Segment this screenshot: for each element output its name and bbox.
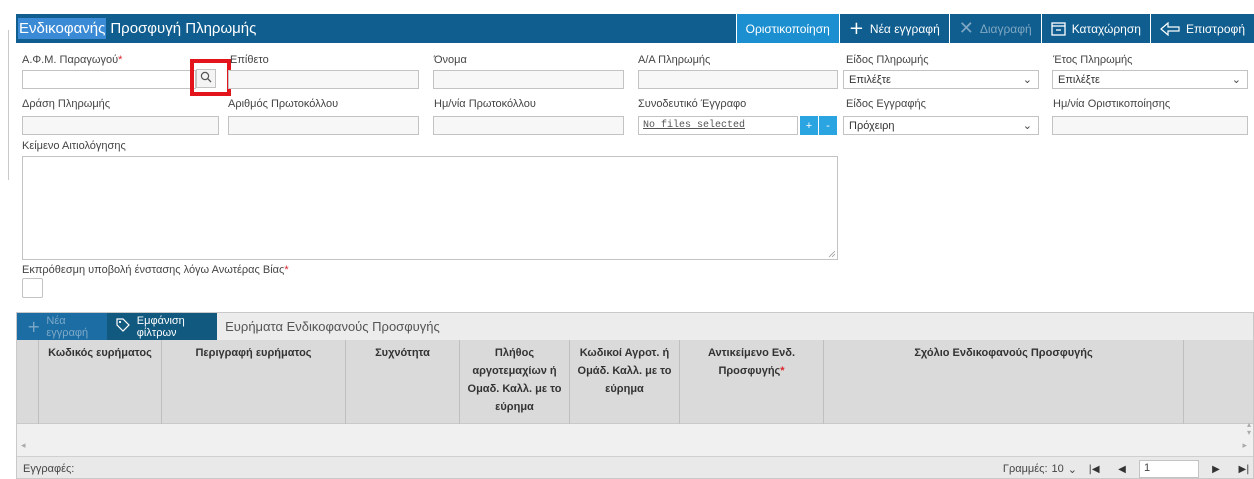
chevron-down-icon: ⌄ xyxy=(1067,462,1077,476)
afm-label: Α.Φ.Μ. Παραγωγού* xyxy=(22,54,123,66)
new-record-label: Νέα εγγραφή xyxy=(869,21,940,36)
finalize-button[interactable]: Οριστικοποίηση xyxy=(735,14,839,43)
finalize-date-input[interactable] xyxy=(1052,116,1248,135)
protocol-date-input[interactable] xyxy=(433,116,624,135)
payment-type-select[interactable]: Επιλέξτε ⌄ xyxy=(843,70,1039,89)
plus-icon: + xyxy=(27,317,41,336)
page: Ενδικοφανής Προσφυγή Πληρωμής Οριστικοπο… xyxy=(0,0,1254,479)
plus-icon: + xyxy=(848,17,864,39)
surname-label: Επίθετο xyxy=(230,54,269,66)
name-label: Όνομα xyxy=(434,54,467,66)
name-input[interactable] xyxy=(433,70,624,89)
record-type-label: Είδος Εγγραφής xyxy=(846,98,926,110)
grid-body xyxy=(17,425,1253,447)
scroll-left-icon[interactable]: ◂ xyxy=(21,441,26,451)
page-title-rest: Προσφυγή Πληρωμής xyxy=(110,20,257,37)
justification-label: Κείμενο Αιτιολόγησης xyxy=(22,140,126,152)
payment-aa-input[interactable] xyxy=(638,70,838,89)
record-type-value: Πρόχειρη xyxy=(849,119,895,132)
chevron-down-icon: ⌄ xyxy=(1231,73,1241,86)
header-bar: Ενδικοφανής Προσφυγή Πληρωμής Οριστικοπο… xyxy=(16,14,1254,43)
attachment-add-button[interactable]: + xyxy=(800,116,818,135)
attachment-remove-button[interactable]: - xyxy=(819,116,837,135)
payment-type-label: Είδος Πληρωμής xyxy=(846,54,929,66)
rows-label: Γραμμές: xyxy=(1002,463,1048,475)
left-divider xyxy=(8,30,9,180)
grid-toolbar: + Νέα εγγραφή Εμφάνιση φίλτρων Ευρήματα … xyxy=(17,313,1253,340)
next-page-button[interactable]: ▶ xyxy=(1205,460,1227,478)
protocol-number-label: Αριθμός Πρωτοκόλλου xyxy=(228,98,339,110)
grid-header-extra xyxy=(1184,340,1253,424)
page-title-highlight: Ενδικοφανής xyxy=(18,18,107,39)
save-icon xyxy=(1051,21,1066,36)
delete-button[interactable]: ✕ Διαγραφή xyxy=(948,14,1041,43)
close-icon: ✕ xyxy=(958,17,974,39)
back-button[interactable]: Επιστροφή xyxy=(1149,14,1254,43)
afm-search-button[interactable] xyxy=(196,69,216,88)
show-filters-label: Εμφάνιση φίλτρων xyxy=(136,314,185,339)
grid-header: Κωδικός ευρήματος Περιγραφή ευρήματος Συ… xyxy=(17,340,1253,424)
chevron-down-icon: ⌄ xyxy=(1022,73,1032,86)
vertical-scroll-arrows[interactable]: ▴ ▾ xyxy=(1247,421,1251,437)
attachment-field: No files selected + - xyxy=(638,116,838,135)
tag-icon xyxy=(115,317,131,336)
last-page-button[interactable]: ▶| xyxy=(1233,460,1253,478)
show-filters-button[interactable]: Εμφάνιση φίλτρων xyxy=(106,313,218,340)
pager: Γραμμές: 10 ⌄ |◀ ◀ 1 ▶ ▶| xyxy=(1003,457,1253,478)
first-page-button[interactable]: |◀ xyxy=(1083,460,1105,478)
payment-type-value: Επιλέξτε xyxy=(849,73,891,86)
column-appeal-comment[interactable]: Σχόλιο Ενδικοφανούς Προσφυγής xyxy=(824,340,1184,424)
protocol-number-input[interactable] xyxy=(228,116,419,135)
rows-per-page-select[interactable]: Γραμμές: 10 ⌄ xyxy=(1003,463,1077,476)
search-icon xyxy=(200,71,212,86)
column-finding-description[interactable]: Περιγραφή ευρήματος xyxy=(162,340,346,424)
delete-label: Διαγραφή xyxy=(979,21,1032,36)
back-label: Επιστροφή xyxy=(1185,21,1245,36)
payment-aa-label: Α/Α Πληρωμής xyxy=(638,54,711,66)
save-button[interactable]: Καταχώρηση xyxy=(1040,14,1150,43)
page-number-input[interactable]: 1 xyxy=(1139,460,1199,478)
save-label: Καταχώρηση xyxy=(1071,21,1141,36)
grid-title: Ευρήματα Ενδικοφανούς Προσφυγής xyxy=(217,313,1253,340)
justification-textarea[interactable] xyxy=(22,156,838,260)
payment-action-input[interactable] xyxy=(22,116,219,135)
attachment-value[interactable]: No files selected xyxy=(638,116,798,135)
protocol-date-label: Ημ/νία Πρωτοκόλλου xyxy=(434,98,536,110)
rows-value: 10 xyxy=(1051,463,1064,475)
records-count: Εγγραφές: xyxy=(23,462,75,475)
grid-header-select xyxy=(17,340,39,424)
findings-grid: + Νέα εγγραφή Εμφάνιση φίλτρων Ευρήματα … xyxy=(16,312,1254,479)
chevron-down-icon: ⌄ xyxy=(1022,119,1032,132)
resize-grip-icon[interactable] xyxy=(828,250,836,258)
late-submission-checkbox[interactable] xyxy=(22,278,43,298)
column-finding-code[interactable]: Κωδικός ευρήματος xyxy=(39,340,162,424)
afm-input[interactable] xyxy=(22,70,196,89)
scroll-right-icon[interactable]: ▸ xyxy=(1242,441,1247,451)
column-appeal-subject[interactable]: Αντικείμενο Ενδ. Προσφυγής* xyxy=(680,340,824,424)
column-frequency[interactable]: Συχνότητα xyxy=(346,340,460,424)
column-parcel-count[interactable]: Πλήθος αργοτεμαχίων ή Ομαδ. Καλλ. με το … xyxy=(460,340,570,424)
finalize-label: Οριστικοποίηση xyxy=(745,21,830,36)
payment-action-label: Δράση Πληρωμής xyxy=(22,98,111,110)
new-record-button[interactable]: + Νέα εγγραφή xyxy=(838,14,949,43)
payment-year-select[interactable]: Επιλέξτε ⌄ xyxy=(1052,70,1248,89)
payment-year-value: Επιλέξτε xyxy=(1058,73,1100,86)
page-title: Ενδικοφανής Προσφυγή Πληρωμής xyxy=(16,14,256,43)
attachment-label: Συνοδευτικό Έγγραφο xyxy=(638,98,747,110)
finalize-date-label: Ημ/νία Οριστικοποίησης xyxy=(1053,98,1171,110)
prev-page-button[interactable]: ◀ xyxy=(1111,460,1133,478)
grid-new-record-button[interactable]: + Νέα εγγραφή xyxy=(17,313,107,340)
back-icon xyxy=(1160,21,1180,36)
column-parcel-codes[interactable]: Κωδικοί Αγροτ. ή Ομάδ. Καλλ. με το εύρημ… xyxy=(570,340,680,424)
grid-footer: Εγγραφές: Γραμμές: 10 ⌄ |◀ ◀ 1 ▶ ▶| xyxy=(17,456,1253,478)
surname-input[interactable] xyxy=(228,70,419,89)
grid-new-record-label: Νέα εγγραφή xyxy=(46,314,89,339)
record-type-select[interactable]: Πρόχειρη ⌄ xyxy=(843,116,1039,135)
payment-year-label: Έτος Πληρωμής xyxy=(1053,54,1133,66)
late-submission-label: Εκπρόθεσμη υποβολή ένστασης λόγω Ανωτέρα… xyxy=(22,264,289,276)
